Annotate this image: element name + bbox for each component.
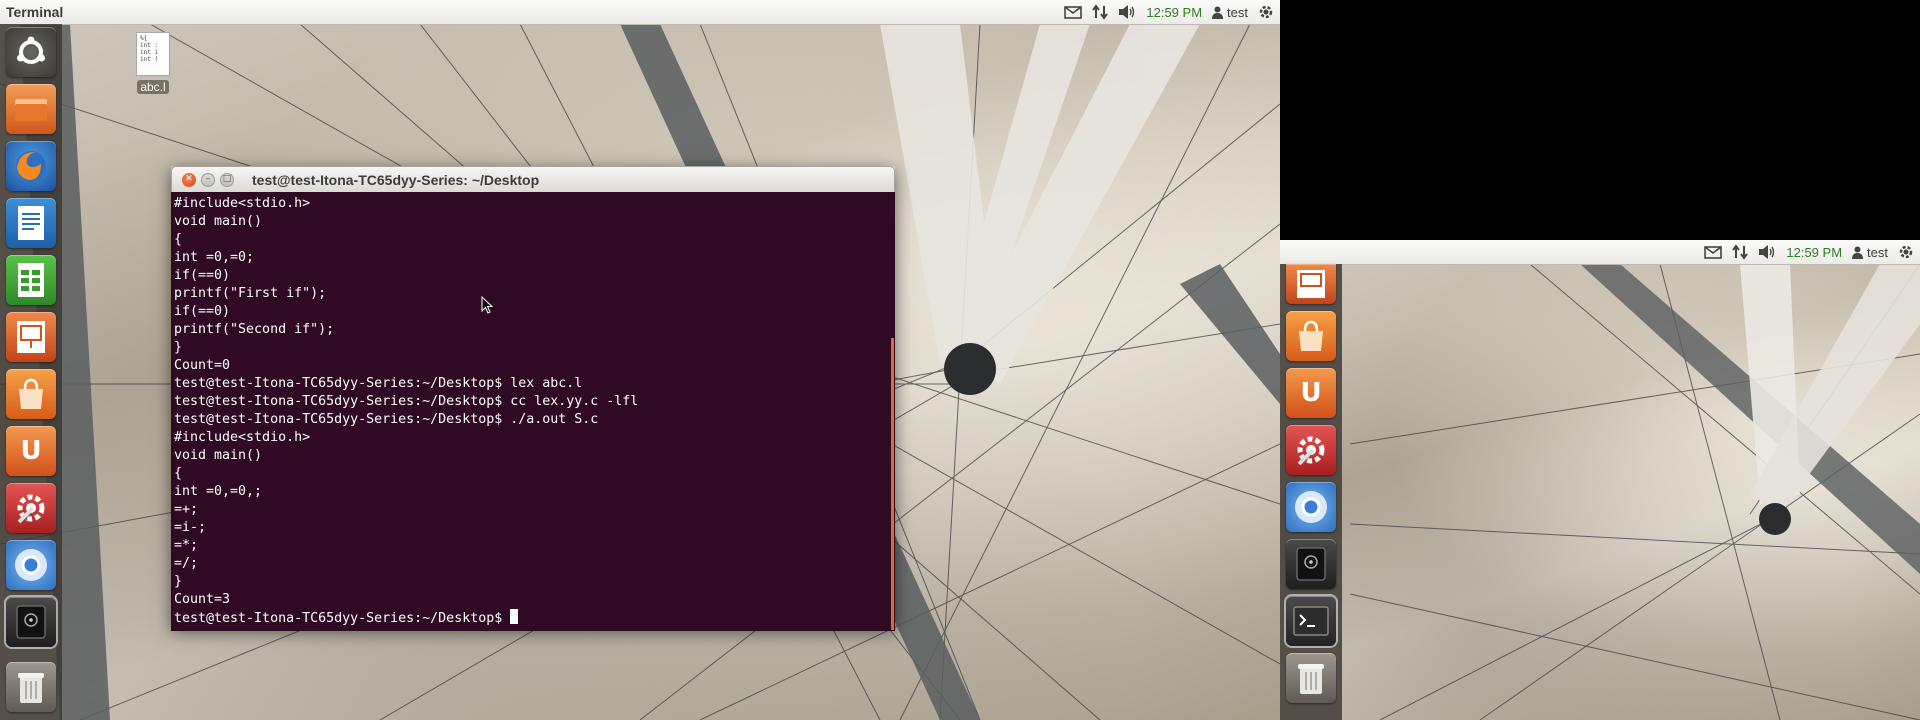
clock-secondary[interactable]: 12:59 PM	[1786, 245, 1842, 260]
file-preview-line: int :	[140, 42, 159, 49]
terminal-line: if(==0)	[174, 268, 231, 283]
terminal-line: printf("Second if");	[174, 322, 335, 337]
terminal-line: Count=3	[174, 592, 231, 607]
terminal-prompt-line[interactable]: test@test-Itona-TC65dyy-Series:~/Desktop…	[174, 609, 894, 628]
terminal-line: {	[174, 232, 183, 247]
terminal-line: void main()	[174, 214, 263, 229]
terminal-titlebar[interactable]: ✕ – □ test@test-Itona-TC65dyy-Series: ~/…	[171, 166, 895, 192]
launcher: U	[0, 24, 62, 720]
chromium-icon[interactable]	[1286, 482, 1336, 532]
terminal-line: printf("First if");	[174, 286, 327, 301]
ubuntu-one-icon[interactable]: U	[1286, 368, 1336, 418]
impress-icon[interactable]	[1286, 264, 1336, 304]
close-window-button[interactable]: ✕	[182, 172, 196, 187]
terminal-line: if(==0)	[174, 304, 231, 319]
user-menu-secondary[interactable]: test	[1852, 245, 1888, 260]
terminal-line: }	[174, 340, 183, 355]
writer-icon[interactable]	[6, 198, 56, 248]
terminal-line: test@test-Itona-TC65dyy-Series:~/Desktop…	[174, 412, 599, 427]
terminal-line: int =0,=0,;	[174, 484, 263, 499]
left-screen: Terminal 12:59 PM test U %{int: int i …	[0, 0, 1280, 720]
mail-icon[interactable]	[1064, 5, 1083, 19]
dash-icon[interactable]	[6, 27, 56, 77]
active-app-title: Terminal	[6, 4, 64, 20]
terminal-window: ✕ – □ test@test-Itona-TC65dyy-Series: ~/…	[171, 166, 895, 631]
terminal-line: =*;	[174, 538, 199, 553]
maximize-window-button[interactable]: □	[220, 172, 234, 187]
trash-icon[interactable]	[6, 662, 56, 712]
terminal-line: test@test-Itona-TC65dyy-Series:~/Desktop…	[174, 376, 583, 391]
terminal-scrollbar[interactable]	[891, 338, 894, 630]
vault-icon[interactable]	[1286, 539, 1336, 589]
desktop-file-label: abc.l	[137, 80, 169, 94]
system-settings-icon[interactable]	[1286, 425, 1336, 475]
system-settings-icon[interactable]	[6, 483, 56, 533]
terminal-line: =i-;	[174, 520, 207, 535]
terminal-text: #include<stdio.h> void main() { int =0,=0; i…	[172, 193, 894, 628]
terminal-title: test@test-Itona-TC65dyy-Series: ~/Deskto…	[252, 171, 540, 188]
terminal-line: {	[174, 466, 183, 481]
network-icon[interactable]	[1092, 4, 1109, 20]
file-preview-icon: %{ int : int i int (	[136, 32, 170, 76]
user-name: test	[1227, 4, 1248, 20]
vault-icon[interactable]	[6, 597, 56, 647]
user-name-secondary: test	[1867, 244, 1888, 260]
power-gear-icon[interactable]	[1898, 244, 1914, 260]
indicator-area-secondary: 12:59 PM test	[1704, 244, 1920, 260]
file-preview-line: %{	[140, 35, 148, 42]
file-preview-line: int i	[140, 49, 159, 56]
terminal-prompt: test@test-Itona-TC65dyy-Series:~/Desktop…	[174, 611, 511, 626]
power-gear-icon[interactable]	[1258, 4, 1274, 20]
top-panel-secondary: 12:59 PM test	[1280, 240, 1920, 265]
indicator-area: 12:59 PM test	[1064, 4, 1280, 20]
terminal-line: }	[174, 574, 183, 589]
ubuntu-one-icon[interactable]: U	[6, 426, 56, 476]
terminal-output[interactable]: #include<stdio.h> void main() { int =0,=0; i…	[171, 192, 895, 631]
terminal-line: Count=0	[174, 358, 231, 373]
terminal-line: =+;	[174, 502, 199, 517]
trash-icon[interactable]	[1286, 653, 1336, 703]
mouse-pointer-icon	[481, 296, 493, 314]
terminal-line: =/;	[174, 556, 199, 571]
software-center-icon[interactable]	[6, 369, 56, 419]
mail-icon[interactable]	[1704, 245, 1723, 259]
terminal-line: test@test-Itona-TC65dyy-Series:~/Desktop…	[174, 394, 639, 409]
firefox-icon[interactable]	[6, 141, 56, 191]
desktop-file-abc-l[interactable]: %{ int : int i int ( abc.l	[128, 32, 178, 95]
terminal-line: void main()	[174, 448, 263, 463]
text-cursor	[510, 609, 519, 624]
clock[interactable]: 12:59 PM	[1146, 5, 1202, 20]
calc-icon[interactable]	[6, 255, 56, 305]
software-center-icon[interactable]	[1286, 311, 1336, 361]
network-icon[interactable]	[1732, 244, 1749, 260]
top-panel: Terminal 12:59 PM test	[0, 0, 1280, 25]
minimize-window-button[interactable]: –	[201, 172, 215, 187]
desktop-wallpaper-secondary	[1280, 264, 1920, 720]
user-icon	[1212, 6, 1224, 19]
ferris-wheel-structure-secondary	[1349, 264, 1920, 720]
volume-icon[interactable]	[1118, 4, 1136, 20]
user-menu[interactable]: test	[1212, 5, 1248, 20]
impress-icon[interactable]	[6, 312, 56, 362]
terminal-line: int =0,=0;	[174, 250, 255, 265]
chromium-icon[interactable]	[6, 540, 56, 590]
volume-icon[interactable]	[1758, 244, 1776, 260]
user-icon	[1852, 246, 1864, 259]
terminal-line: #include<stdio.h>	[174, 196, 311, 211]
launcher-secondary: U	[1280, 264, 1342, 720]
terminal-line: #include<stdio.h>	[174, 430, 311, 445]
terminal-icon[interactable]	[1286, 596, 1336, 646]
right-screen: 12:59 PM test U	[1280, 240, 1920, 720]
file-preview-line: int (	[140, 56, 159, 63]
files-icon[interactable]	[6, 84, 56, 134]
